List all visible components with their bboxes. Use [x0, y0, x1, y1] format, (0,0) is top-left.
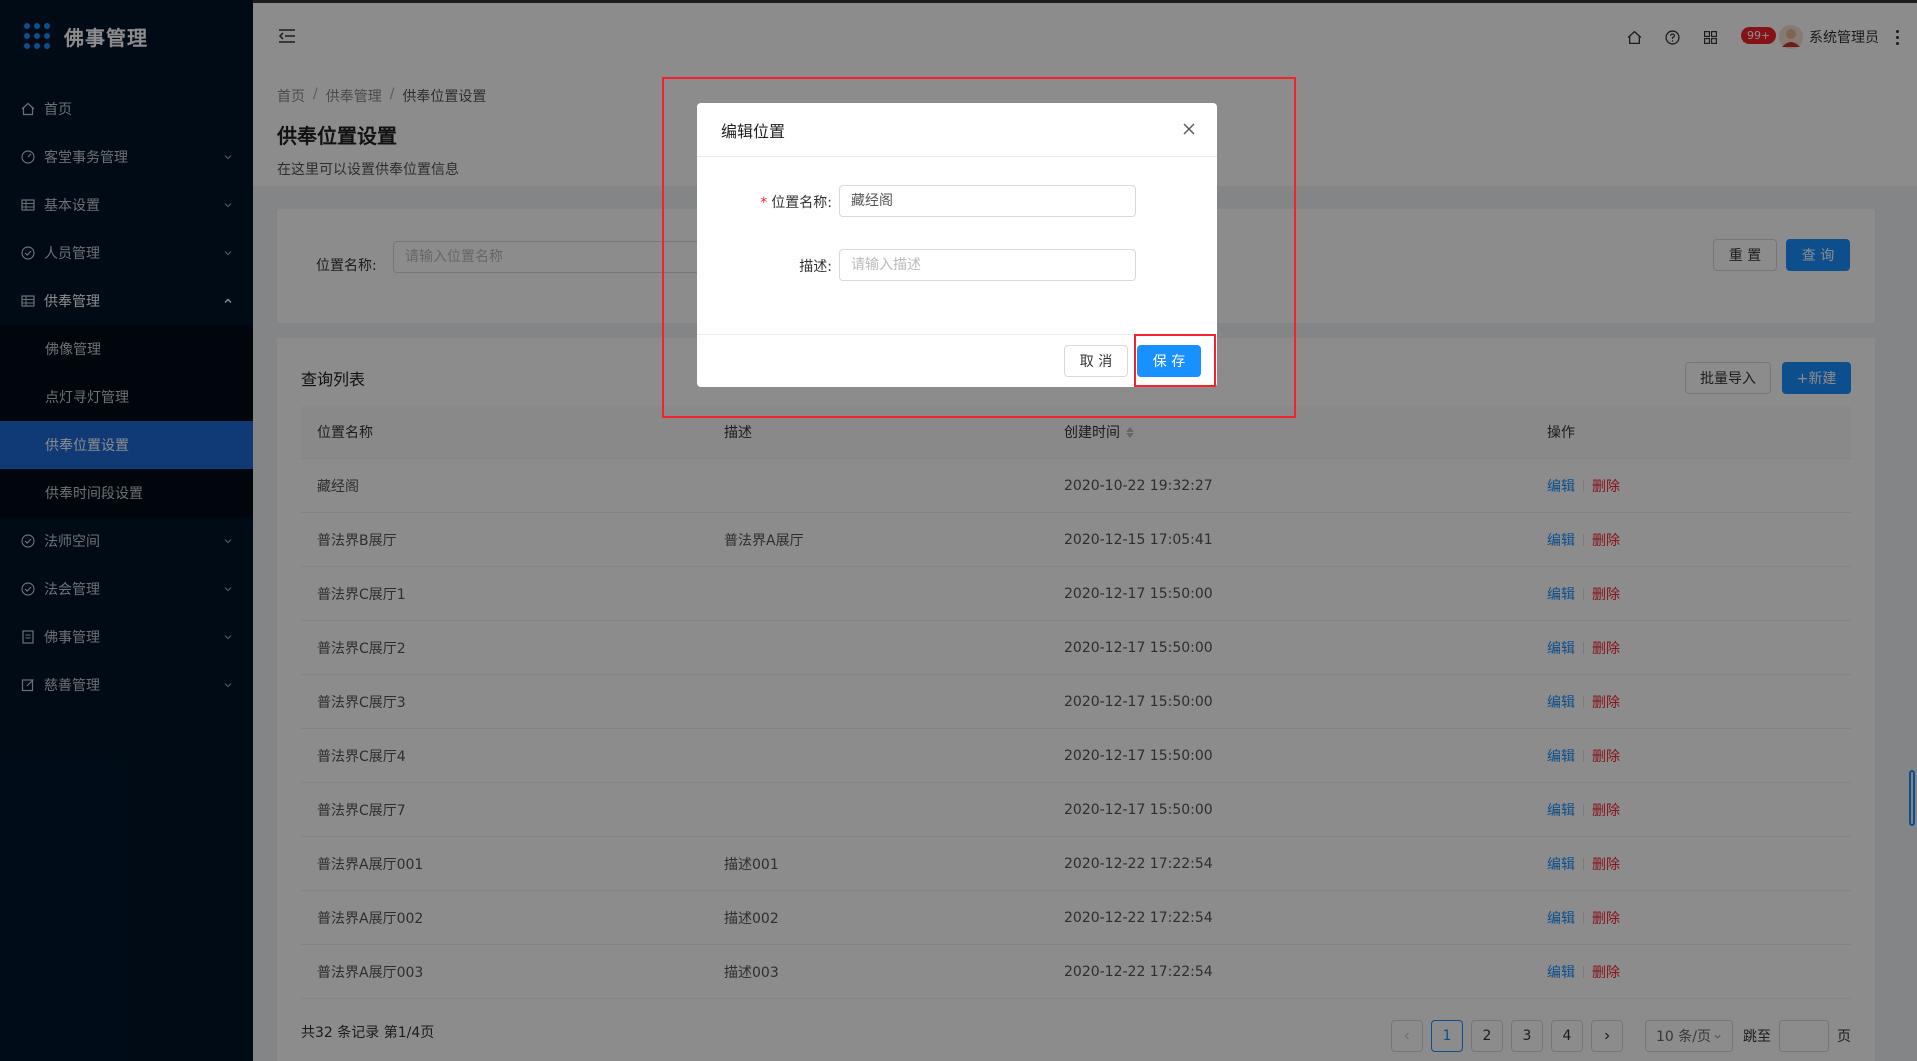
save-highlight-box — [1134, 334, 1216, 387]
